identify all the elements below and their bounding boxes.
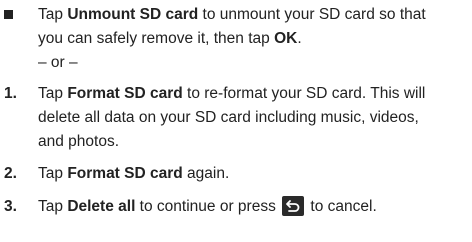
instruction-page: Tap Unmount SD card to unmount your SD c… (0, 0, 472, 242)
step-1-number: 1. (4, 85, 17, 102)
bullet-text-1: Tap Unmount SD card to unmount your SD c… (38, 6, 426, 23)
step-1-text-1: Tap Format SD card to re-format your SD … (38, 85, 426, 102)
step-1-text-3: and photos. (38, 133, 120, 150)
square-bullet-icon (4, 10, 13, 19)
bullet-text-2: you can safely remove it, then tap OK. (38, 30, 302, 47)
step-2-text: Tap Format SD card again. (38, 165, 230, 182)
step-3-text: Tap Delete all to continue or press to c… (38, 195, 377, 218)
back-icon (282, 195, 305, 216)
or-separator: – or – (38, 54, 78, 71)
step-1-text-2: delete all data on your SD card includin… (38, 109, 419, 126)
step-3-number: 3. (4, 198, 17, 215)
step-2-number: 2. (4, 165, 17, 182)
